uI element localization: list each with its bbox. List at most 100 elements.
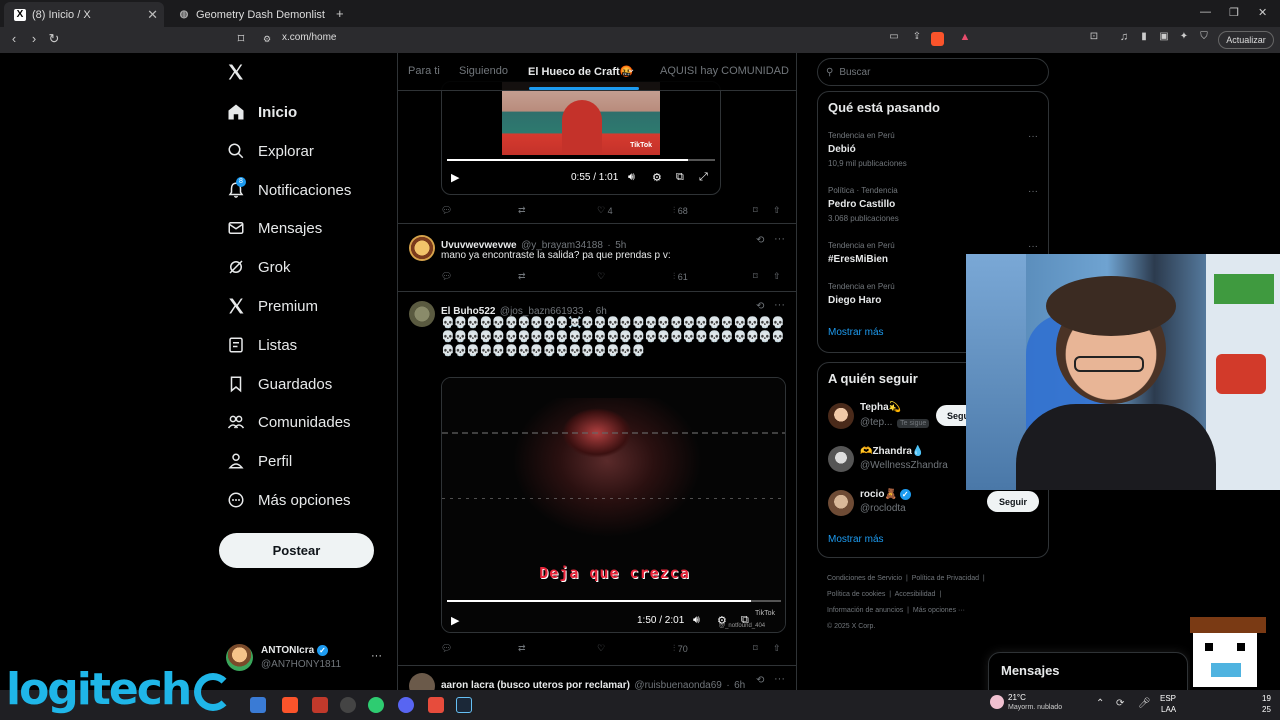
play-icon[interactable]: ▶ [451,614,459,627]
wallet-icon[interactable]: ▣ [1155,31,1173,42]
bookmark-icon[interactable]: ⌑ [753,643,758,654]
sidebar-item-guardados[interactable]: Guardados [227,372,332,396]
x-logo-icon[interactable] [226,63,245,81]
more-icon[interactable]: ··· [1028,131,1038,142]
tab-el-hueco-de-craft[interactable]: El Hueco de Craft🤬 [528,65,633,78]
repost-icon[interactable]: ⇄ [518,643,526,654]
clock-time[interactable]: 19 [1262,694,1271,703]
language-indicator[interactable]: ESP [1160,694,1176,703]
grok-icon[interactable]: ⟲ [756,675,764,686]
tab-para-ti[interactable]: Para ti [408,65,440,77]
sidebar-item-inicio[interactable]: Inicio [227,100,297,124]
sidebar-item-premium[interactable]: Premium [227,294,318,318]
post[interactable]: TikTok ▶ 0:55 / 1:01 🔊︎ ⚙ ⧉ ⤢ 💬︎ ⇄ ♡ 4 ⫶… [398,81,796,224]
post[interactable]: El Buho522 @jos_bazn661933 · 6h ⟲ ··· 💀💀… [398,293,796,666]
sidebar-item-mas-opciones[interactable]: Más opciones [227,488,351,512]
sync-icon[interactable]: ⟳ [1116,698,1124,709]
minimize-icon[interactable]: — [1200,6,1211,18]
sidebar-item-perfil[interactable]: Perfil [227,449,292,473]
more-icon[interactable]: ··· [774,673,785,685]
more-icon[interactable]: ··· [1028,241,1038,252]
footer-link[interactable]: Más opciones ··· [913,607,965,614]
grok-icon[interactable]: ⟲ [756,235,764,246]
video-player[interactable]: Deja que crezca ▶ 1:50 / 2:01 🔊︎ ⚙ ⧉ Tik… [441,377,786,633]
brave-shield-icon[interactable] [931,32,944,46]
chevron-down-icon[interactable]: ⌄ [627,64,635,75]
bookmark-page-icon[interactable]: ⌑ [232,31,250,47]
settings-icon[interactable]: ⚙ [652,171,662,184]
show-more-link[interactable]: Mostrar más [828,534,884,545]
tab-inicio-x[interactable]: X (8) Inicio / X ✕ [4,2,164,27]
footer-link[interactable]: Accesibilidad [895,591,936,598]
share-icon[interactable]: ⇪ [908,31,926,42]
account-switcher[interactable]: ANTONIcra ✓ @AN7HONY1811 ··· [226,644,386,678]
views-button[interactable]: ⫶ 61 [673,271,688,282]
volume-icon[interactable]: 🔊︎ [628,171,635,184]
restore-icon[interactable]: ❐ [1229,6,1239,19]
mic-icon[interactable]: 🎤︎ [1138,698,1151,709]
weather-desc[interactable]: Mayorm. nublado [1008,704,1062,711]
bookmark-icon[interactable]: ⌑ [753,205,758,216]
grok-icon[interactable]: ⟲ [756,301,764,312]
views-button[interactable]: ⫶ 70 [673,643,688,654]
more-icon[interactable]: ··· [774,299,785,311]
new-tab-icon[interactable]: + [336,6,344,21]
rewards-icon[interactable]: ▲ [956,31,974,43]
obs-icon[interactable] [312,697,328,713]
heart-icon[interactable]: ♡ [597,643,605,654]
tab-demonlist[interactable]: ◍ Geometry Dash Demonlist [168,2,333,27]
repost-icon[interactable]: ⇄ [518,271,526,282]
tab-aquisi-hay-comunidad[interactable]: AQUISI hay COMUNIDAD [660,65,789,77]
heart-icon[interactable]: ♡ [597,271,605,282]
like-button[interactable]: ♡ 4 [597,205,613,216]
vpn-icon[interactable]: ⛉ [1195,31,1213,42]
footer-link[interactable]: Condiciones de Servicio [827,575,902,582]
start-icon[interactable] [250,697,266,713]
panel-icon[interactable]: ▮ [1135,31,1153,42]
sidebar-item-explorar[interactable]: Explorar [227,139,314,163]
repost-icon[interactable]: ⇄ [518,205,526,216]
reply-icon[interactable]: 💬︎ [441,205,452,216]
video-player[interactable]: TikTok ▶ 0:55 / 1:01 🔊︎ ⚙ ⧉ ⤢ [441,81,721,195]
post[interactable]: Uvuvwevwevwe @y_brayam34188 · 5h ⟲ ··· m… [398,225,796,292]
sidebar-item-grok[interactable]: Grok [227,255,291,279]
pip-icon[interactable]: ⧉ [676,171,684,184]
account-more-icon[interactable]: ··· [371,650,382,662]
tab-siguiendo[interactable]: Siguiendo [459,65,508,77]
app-icon[interactable] [340,697,356,713]
video-progress-track[interactable] [447,159,715,161]
bookmark-icon[interactable]: ⌑ [753,271,758,282]
views-button[interactable]: ⫶ 68 [673,205,688,216]
app-icon[interactable] [428,697,444,713]
share-icon[interactable]: ⇧ [773,205,781,216]
music-icon[interactable]: ♫ [1115,31,1133,43]
close-icon[interactable]: ✕ [147,7,158,23]
more-icon[interactable]: ··· [1028,186,1038,197]
show-more-link[interactable]: Mostrar más [828,327,884,338]
leo-icon[interactable]: ✦ [1175,31,1193,42]
close-window-icon[interactable]: ✕ [1258,6,1267,19]
discord-icon[interactable] [398,697,414,713]
reload-icon[interactable]: ↻ [45,31,63,47]
video-progress-track[interactable] [447,600,781,602]
play-icon[interactable]: ▶ [451,171,459,184]
back-icon[interactable]: ‹ [5,31,23,46]
app-icon[interactable] [368,697,384,713]
chevron-up-icon[interactable]: ⌃ [1096,698,1104,709]
post-button[interactable]: Postear [219,533,374,568]
brave-icon[interactable] [282,697,298,713]
follow-button[interactable]: Seguir [987,491,1039,512]
sidebar-item-notificaciones[interactable]: 8 Notificaciones [227,177,351,202]
sidebar-toggle-icon[interactable]: ⊡ [1085,31,1103,42]
address-bar[interactable]: x.com/home [282,32,336,43]
sidebar-item-listas[interactable]: Listas [227,333,297,357]
sidebar-item-comunidades[interactable]: Comunidades [227,410,351,434]
language-layout[interactable]: LAA [1161,705,1176,714]
sidebar-item-mensajes[interactable]: Mensajes [227,216,322,240]
footer-link[interactable]: Información de anuncios [827,607,903,614]
footer-link[interactable]: Política de Privacidad [912,575,979,582]
steam-icon[interactable] [456,697,472,713]
share-icon[interactable]: ⇧ [773,271,781,282]
more-icon[interactable]: ··· [774,233,785,245]
fullscreen-icon[interactable]: ⤢ [699,171,708,184]
